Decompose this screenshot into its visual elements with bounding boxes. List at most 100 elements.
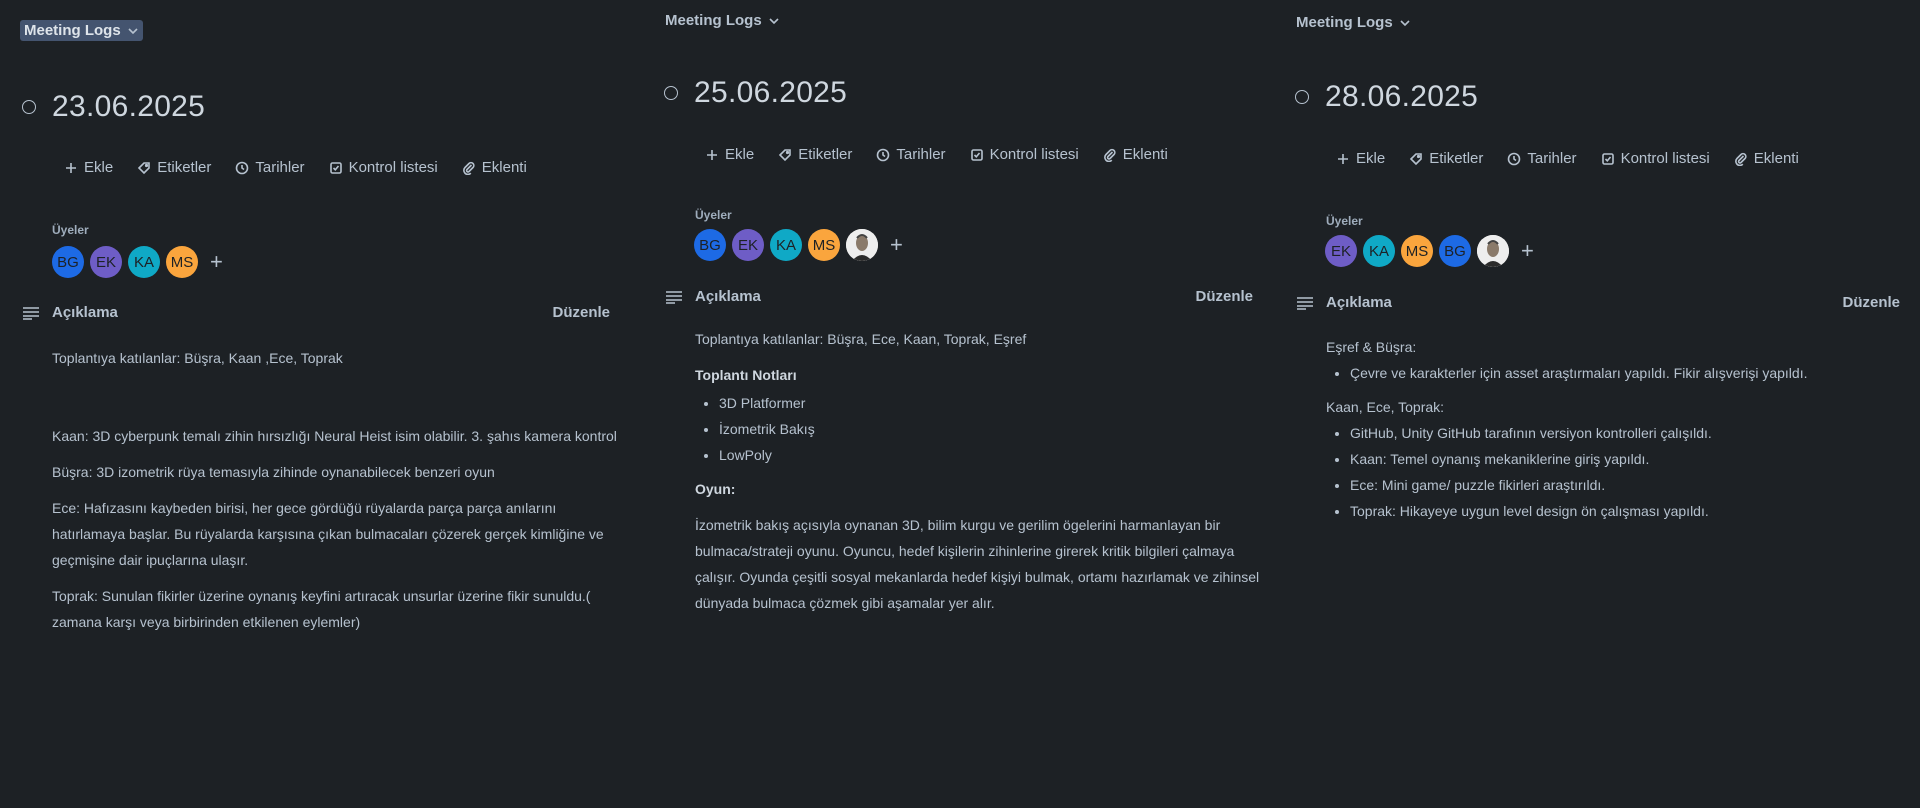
tag-icon bbox=[138, 161, 150, 174]
description-icon bbox=[1297, 296, 1313, 310]
clock-icon bbox=[236, 161, 249, 174]
members-label: Üyeler bbox=[52, 223, 89, 237]
avatar[interactable]: EK bbox=[732, 229, 764, 261]
members-list: BG EK KA MS + bbox=[694, 229, 903, 261]
list-item: İzometrik Bakış bbox=[719, 416, 1265, 442]
list-selector-button[interactable]: Meeting Logs bbox=[20, 20, 143, 41]
paperclip-icon bbox=[1734, 152, 1747, 166]
complete-toggle-icon[interactable] bbox=[664, 86, 678, 100]
chevron-down-icon bbox=[128, 27, 138, 34]
plus-icon bbox=[66, 162, 76, 173]
list-item: Kaan: Temel oynanış mekaniklerine giriş … bbox=[1350, 446, 1906, 472]
description-body: Toplantıya katılanlar: Büşra, Kaan ,Ece,… bbox=[52, 345, 622, 645]
description-icon bbox=[666, 290, 682, 304]
list-selector-button[interactable]: Meeting Logs bbox=[1292, 12, 1415, 33]
members-label: Üyeler bbox=[695, 208, 732, 222]
avatar[interactable]: BG bbox=[52, 246, 84, 278]
chevron-down-icon bbox=[769, 17, 779, 24]
members-list: EK KA MS BG + bbox=[1325, 235, 1534, 267]
group-list: GitHub, Unity GitHub tarafının versiyon … bbox=[1326, 420, 1906, 524]
description-header: Açıklama Düzenle bbox=[22, 304, 610, 321]
add-member-icon[interactable]: + bbox=[1521, 240, 1534, 262]
card-actions: Ekle Etiketler Tarihler Kontrol listesi … bbox=[58, 155, 533, 180]
avatar[interactable]: MS bbox=[808, 229, 840, 261]
add-button[interactable]: Ekle bbox=[1330, 146, 1391, 171]
group-heading: Kaan, Ece, Toprak: bbox=[1326, 399, 1445, 415]
labels-button[interactable]: Etiketler bbox=[1403, 146, 1489, 171]
clock-icon bbox=[877, 148, 890, 161]
description-body: Eşref & Büşra: Çevre ve karakterler için… bbox=[1326, 334, 1906, 532]
description-intro: Toplantıya katılanlar: Büşra, Ece, Kaan,… bbox=[695, 331, 1027, 347]
clock-icon bbox=[1508, 152, 1521, 165]
group-heading: Eşref & Büşra: bbox=[1326, 339, 1417, 355]
edit-description-button[interactable]: Düzenle bbox=[552, 304, 610, 321]
chevron-down-icon bbox=[1400, 19, 1410, 26]
game-description: İzometrik bakış açısıyla oynanan 3D, bil… bbox=[695, 517, 1260, 611]
complete-toggle-icon[interactable] bbox=[1295, 90, 1309, 104]
members-list: BG EK KA MS + bbox=[52, 246, 223, 278]
checklist-button[interactable]: Kontrol listesi bbox=[964, 142, 1085, 167]
avatar[interactable]: BG bbox=[694, 229, 726, 261]
labels-button[interactable]: Etiketler bbox=[772, 142, 858, 167]
dates-button[interactable]: Tarihler bbox=[870, 142, 951, 167]
labels-button[interactable]: Etiketler bbox=[131, 155, 217, 180]
dates-button[interactable]: Tarihler bbox=[1501, 146, 1582, 171]
avatar[interactable]: EK bbox=[1325, 235, 1357, 267]
avatar[interactable]: KA bbox=[128, 246, 160, 278]
description-paragraph: Ece: Hafızasını kaybeden birisi, her gec… bbox=[52, 500, 604, 568]
avatar[interactable]: EK bbox=[90, 246, 122, 278]
add-button[interactable]: Ekle bbox=[699, 142, 760, 167]
group-list: Çevre ve karakterler için asset araştırm… bbox=[1326, 360, 1906, 386]
description-header: Açıklama Düzenle bbox=[665, 288, 1253, 305]
avatar-photo[interactable] bbox=[846, 229, 878, 261]
edit-description-button[interactable]: Düzenle bbox=[1195, 288, 1253, 305]
attachment-button[interactable]: Eklenti bbox=[1097, 142, 1174, 167]
card-title-row: 23.06.2025 bbox=[22, 90, 205, 124]
description-paragraph: Toprak: Sunulan fikirler üzerine oynanış… bbox=[52, 588, 591, 630]
avatar[interactable]: MS bbox=[1401, 235, 1433, 267]
complete-toggle-icon[interactable] bbox=[22, 100, 36, 114]
tag-icon bbox=[1410, 152, 1422, 165]
user-photo-icon bbox=[846, 229, 878, 261]
list-item: 3D Platformer bbox=[719, 390, 1265, 416]
list-selector-button[interactable]: Meeting Logs bbox=[661, 10, 784, 31]
list-item: LowPoly bbox=[719, 442, 1265, 468]
notes-list: 3D Platformer İzometrik Bakış LowPoly bbox=[695, 390, 1265, 468]
avatar-photo[interactable] bbox=[1477, 235, 1509, 267]
attachment-button[interactable]: Eklenti bbox=[1728, 146, 1805, 171]
card-actions: Ekle Etiketler Tarihler Kontrol listesi … bbox=[1330, 146, 1805, 171]
list-name: Meeting Logs bbox=[1296, 14, 1393, 31]
notes-heading: Toplantı Notları bbox=[695, 367, 797, 383]
avatar[interactable]: BG bbox=[1439, 235, 1471, 267]
tag-icon bbox=[779, 148, 791, 161]
card-panel-3: Meeting Logs 28.06.2025 Ekle Etiketler T… bbox=[1273, 0, 1920, 808]
dates-button[interactable]: Tarihler bbox=[229, 155, 310, 180]
description-paragraph: Büşra: 3D izometrik rüya temasıyla zihin… bbox=[52, 464, 495, 480]
checkbox-icon bbox=[329, 161, 342, 174]
paperclip-icon bbox=[1103, 148, 1116, 162]
list-item: Toprak: Hikayeye uygun level design ön ç… bbox=[1350, 498, 1906, 524]
description-paragraph: Kaan: 3D cyberpunk temalı zihin hırsızlı… bbox=[52, 428, 617, 444]
avatar[interactable]: KA bbox=[770, 229, 802, 261]
add-button[interactable]: Ekle bbox=[58, 155, 119, 180]
game-heading: Oyun: bbox=[695, 481, 736, 497]
card-title-row: 28.06.2025 bbox=[1295, 80, 1478, 114]
avatar[interactable]: MS bbox=[166, 246, 198, 278]
checklist-button[interactable]: Kontrol listesi bbox=[1595, 146, 1716, 171]
card-panel-2: Meeting Logs 25.06.2025 Ekle Etiketler T… bbox=[643, 0, 1273, 808]
user-photo-icon bbox=[1477, 235, 1509, 267]
avatar[interactable]: KA bbox=[1363, 235, 1395, 267]
card-title[interactable]: 28.06.2025 bbox=[1325, 80, 1478, 114]
card-title[interactable]: 23.06.2025 bbox=[52, 90, 205, 124]
description-title: Açıklama bbox=[52, 304, 118, 321]
card-title[interactable]: 25.06.2025 bbox=[694, 76, 847, 110]
edit-description-button[interactable]: Düzenle bbox=[1842, 294, 1900, 311]
attachment-button[interactable]: Eklenti bbox=[456, 155, 533, 180]
checklist-button[interactable]: Kontrol listesi bbox=[323, 155, 444, 180]
plus-icon bbox=[707, 149, 717, 160]
list-item: GitHub, Unity GitHub tarafının versiyon … bbox=[1350, 420, 1906, 446]
checkbox-icon bbox=[1601, 152, 1614, 165]
add-member-icon[interactable]: + bbox=[890, 234, 903, 256]
add-member-icon[interactable]: + bbox=[210, 251, 223, 273]
list-item: Ece: Mini game/ puzzle fikirleri araştır… bbox=[1350, 472, 1906, 498]
